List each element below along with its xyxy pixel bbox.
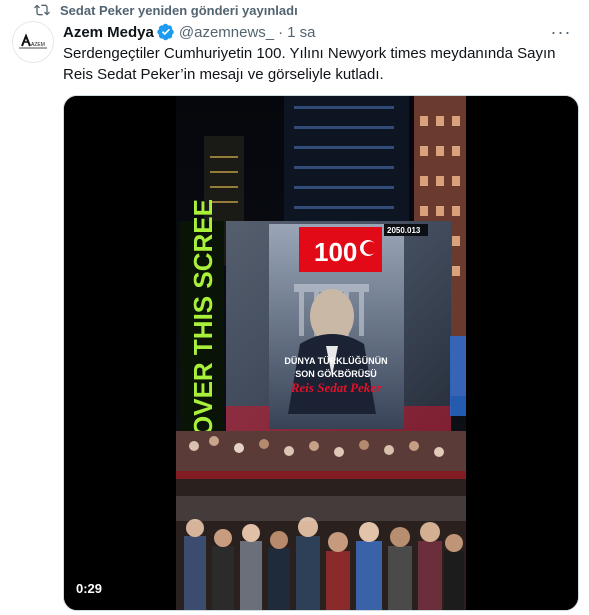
retweet-indicator[interactable]: Sedat Peker yeniden gönderi yayınladı [34, 1, 298, 19]
tweet-text: Serdengeçtiler Cumhuriyetin 100. Yılını … [63, 43, 578, 85]
tweet-header: Azem Medya @azemnews_ · 1 sa ··· [63, 21, 579, 43]
verified-badge-icon [157, 23, 174, 41]
author-handle[interactable]: @azemnews_ [179, 24, 274, 41]
retweet-label: Sedat Peker yeniden gönderi yayınladı [60, 2, 298, 18]
avatar[interactable]: AZEM [12, 21, 54, 63]
more-options-icon[interactable]: ··· [549, 21, 573, 43]
retweet-icon [34, 4, 50, 16]
billboard-side-text: OVER THIS SCREE [188, 199, 218, 436]
timestamp[interactable]: 1 sa [287, 24, 315, 41]
video-duration: 0:29 [76, 581, 103, 596]
azem-logo-icon: AZEM [13, 22, 53, 62]
tweet-text-line: Reis Sedat Peker’in mesajı ve görseliyle… [63, 66, 384, 83]
tweet-text-line: Serdengeçtiler Cumhuriyetin 100. Yılını … [63, 45, 556, 62]
badge-number: 100 [314, 237, 357, 267]
headline-line-1: DÜNYA TÜRKLÜĞÜNÜN [284, 355, 387, 366]
headline-line-2: SON GÖKBÖRÜSÜ [295, 369, 377, 379]
video-frame: OVER THIS SCREE 100 2050.013 DÜNYA TÜRKL… [64, 96, 578, 610]
video-player[interactable]: OVER THIS SCREE 100 2050.013 DÜNYA TÜRKL… [63, 95, 579, 611]
separator-dot: · [278, 23, 284, 41]
script-name: Reis Sedat Peker [290, 380, 382, 395]
avatar-text: AZEM [31, 42, 45, 48]
author-name[interactable]: Azem Medya [63, 24, 154, 41]
billboard-counter: 2050.013 [387, 226, 421, 235]
